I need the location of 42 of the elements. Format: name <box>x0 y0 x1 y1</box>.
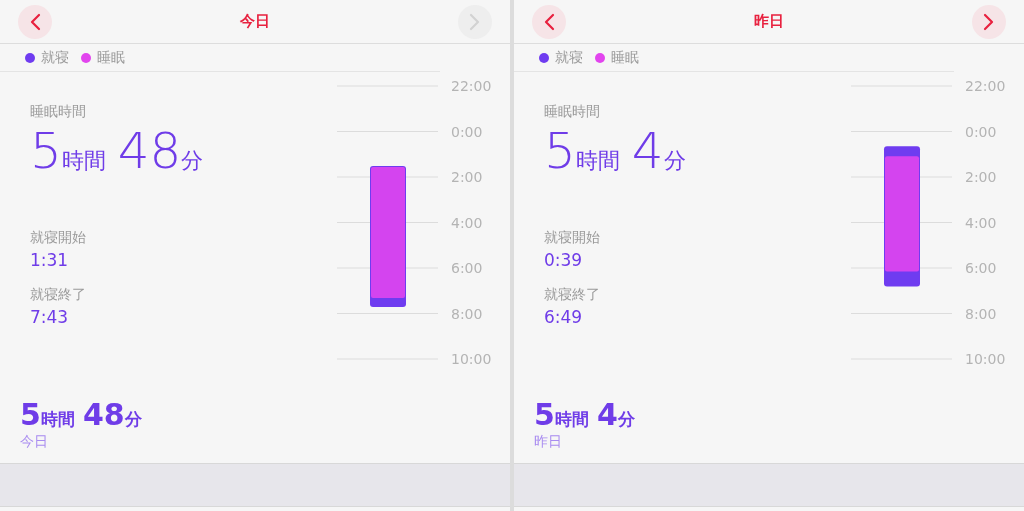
sleep-duration: 5 時間 4分 <box>544 126 687 176</box>
summary-duration: 5時間 4分 <box>534 400 636 430</box>
axis-label: 8:00 <box>965 305 997 322</box>
axis-label: 4:00 <box>965 214 997 231</box>
time-value: 1:31 <box>30 249 70 271</box>
axis-label: 22:00 <box>965 78 1006 94</box>
chevron-right-icon[interactable] <box>983 12 995 31</box>
day-title: 昨日 <box>754 11 784 33</box>
next-day-button[interactable] <box>972 4 1006 39</box>
chevron-left-icon[interactable] <box>29 12 41 31</box>
legend-label: 就寝 <box>41 48 69 67</box>
axis-label: 2:00 <box>965 169 997 185</box>
axis-label: 0:00 <box>451 123 483 140</box>
chevron-left-icon[interactable] <box>543 12 555 31</box>
axis-label: 10:00 <box>965 351 1006 367</box>
day-title: 今日 <box>240 11 270 33</box>
axis-label: 4:00 <box>451 214 483 231</box>
axis-label: 8:00 <box>451 305 483 322</box>
axis-label: 22:00 <box>451 78 492 94</box>
previous-day-button[interactable] <box>18 4 52 39</box>
time-value: 6:49 <box>544 306 584 328</box>
summary-day-label: 今日 <box>20 432 49 450</box>
axis-label: 6:00 <box>965 260 997 276</box>
axis-label: 2:00 <box>451 169 483 185</box>
axis-label: 10:00 <box>451 351 492 367</box>
time-label: 就寝開始 <box>544 228 601 246</box>
time-label: 就寝終了 <box>544 285 601 303</box>
time-value: 7:43 <box>30 306 70 328</box>
sleep-time-label: 睡眠時間 <box>30 102 87 120</box>
sleep-time-label: 睡眠時間 <box>544 102 601 120</box>
time-label: 就寝開始 <box>30 228 87 246</box>
summary-day-label: 昨日 <box>534 432 563 450</box>
time-label: 就寝終了 <box>30 285 87 303</box>
legend-label: 就寝 <box>555 48 583 67</box>
axis-label: 0:00 <box>965 123 997 140</box>
previous-day-button[interactable] <box>532 4 566 39</box>
legend-label: 睡眠 <box>97 48 125 67</box>
summary-duration: 5時間 48分 <box>20 400 143 430</box>
legend-label: 睡眠 <box>611 48 639 67</box>
sleep-duration: 5 時間 48分 <box>30 126 205 176</box>
axis-label: 6:00 <box>451 260 483 276</box>
time-value: 0:39 <box>544 249 584 271</box>
